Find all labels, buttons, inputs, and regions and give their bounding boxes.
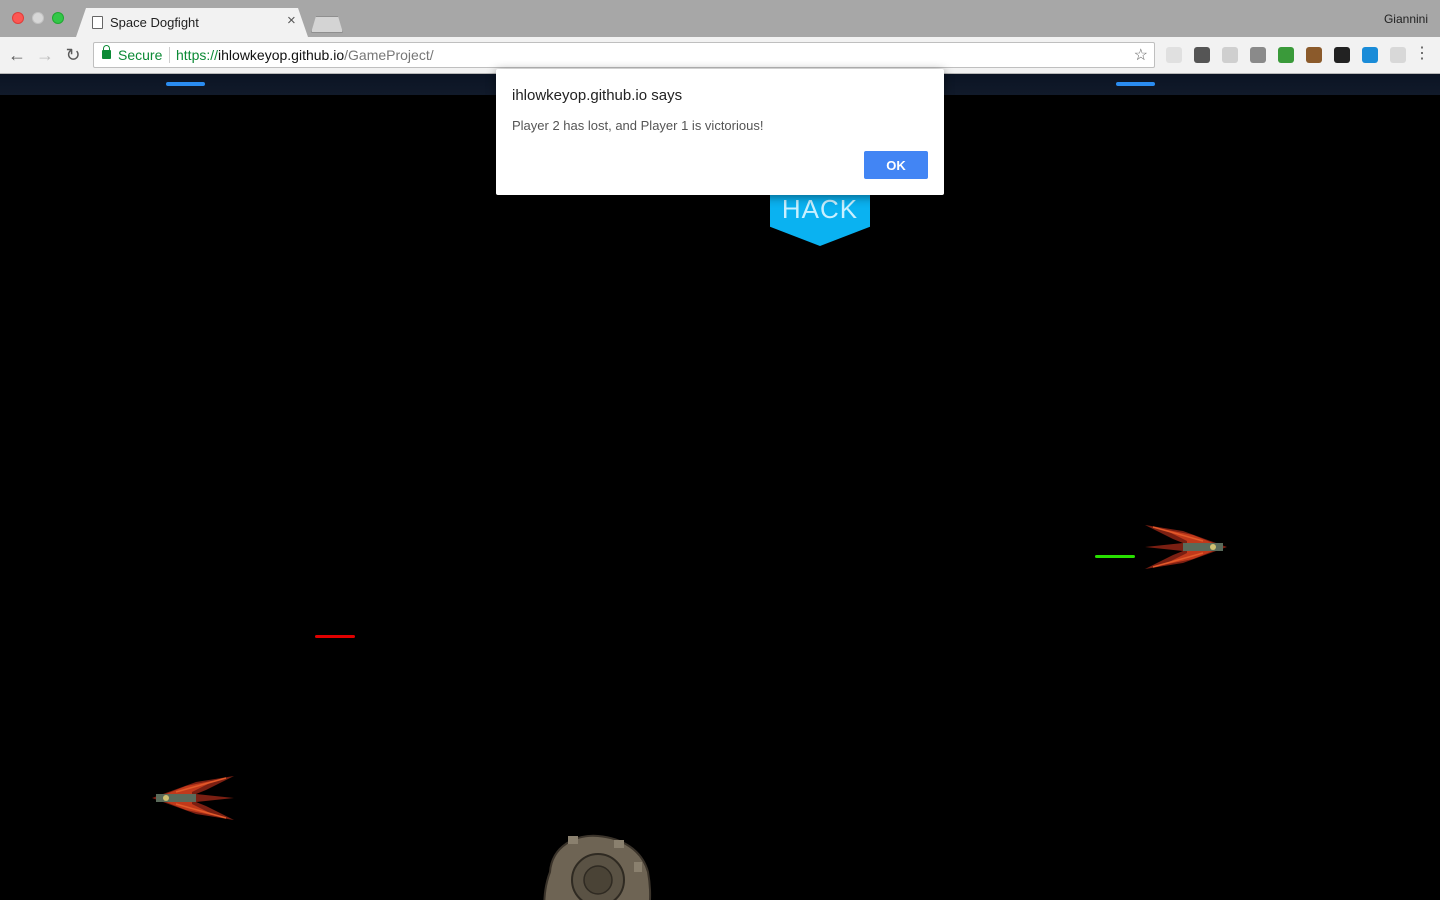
minimize-window-button[interactable] bbox=[32, 12, 44, 24]
close-window-button[interactable] bbox=[12, 12, 24, 24]
extension-icon-3[interactable] bbox=[1222, 47, 1238, 63]
menu-icon[interactable]: ⋮ bbox=[1414, 44, 1430, 64]
reload-icon[interactable]: ↻ bbox=[62, 44, 84, 66]
player-2-health-bar bbox=[1116, 82, 1155, 86]
player-1-health-bar bbox=[166, 82, 205, 86]
alert-dialog: ihlowkeyop.github.io says Player 2 has l… bbox=[496, 69, 944, 195]
ok-button[interactable]: OK bbox=[864, 151, 928, 179]
lock-icon bbox=[102, 45, 111, 59]
hack-badge-label: HACK bbox=[781, 194, 859, 224]
new-tab-button[interactable] bbox=[311, 16, 343, 33]
url-host: ihlowkeyop.github.io bbox=[218, 47, 345, 63]
star-icon[interactable]: ☆ bbox=[1134, 45, 1148, 65]
extension-s-icon[interactable] bbox=[1362, 47, 1378, 63]
game-canvas[interactable]: HACK bbox=[0, 74, 1440, 900]
omnibox-separator bbox=[169, 47, 170, 63]
url-path: /GameProject/ bbox=[344, 47, 434, 63]
tab-title: Space Dogfight bbox=[110, 15, 199, 30]
pocket-icon[interactable] bbox=[1194, 47, 1210, 63]
tab-space-dogfight[interactable]: Space Dogfight × bbox=[76, 8, 308, 37]
maximize-window-button[interactable] bbox=[52, 12, 64, 24]
dialog-title: ihlowkeyop.github.io says bbox=[512, 87, 683, 104]
dark-mode-icon[interactable] bbox=[1334, 47, 1350, 63]
cookie-icon[interactable] bbox=[1306, 47, 1322, 63]
extension-icon-9[interactable] bbox=[1390, 47, 1406, 63]
url-scheme: https:// bbox=[176, 47, 219, 63]
page-icon bbox=[92, 16, 103, 29]
asteroid-sprite bbox=[543, 834, 652, 900]
address-bar[interactable]: Secure https://ihlowkeyop.github.io/Game… bbox=[93, 42, 1155, 68]
url-text[interactable]: https://ihlowkeyop.github.io/GameProject… bbox=[176, 47, 434, 63]
extension-icon-4[interactable] bbox=[1250, 47, 1266, 63]
extension-icon-1[interactable] bbox=[1166, 47, 1182, 63]
tab-close-icon[interactable]: × bbox=[287, 13, 296, 29]
extension-icon-5[interactable] bbox=[1278, 47, 1294, 63]
forward-arrow-icon[interactable]: → bbox=[34, 44, 56, 66]
ship-health-bar-red bbox=[315, 635, 355, 638]
back-arrow-icon[interactable]: ← bbox=[6, 44, 28, 66]
ship-health-bar-green bbox=[1095, 555, 1135, 558]
player-2-ship bbox=[1145, 525, 1227, 569]
tab-strip: Space Dogfight × Giannini bbox=[0, 0, 1440, 37]
dialog-message: Player 2 has lost, and Player 1 is victo… bbox=[512, 118, 764, 133]
player-1-ship bbox=[152, 776, 234, 820]
security-label: Secure bbox=[118, 47, 163, 63]
profile-name[interactable]: Giannini bbox=[1384, 12, 1428, 26]
